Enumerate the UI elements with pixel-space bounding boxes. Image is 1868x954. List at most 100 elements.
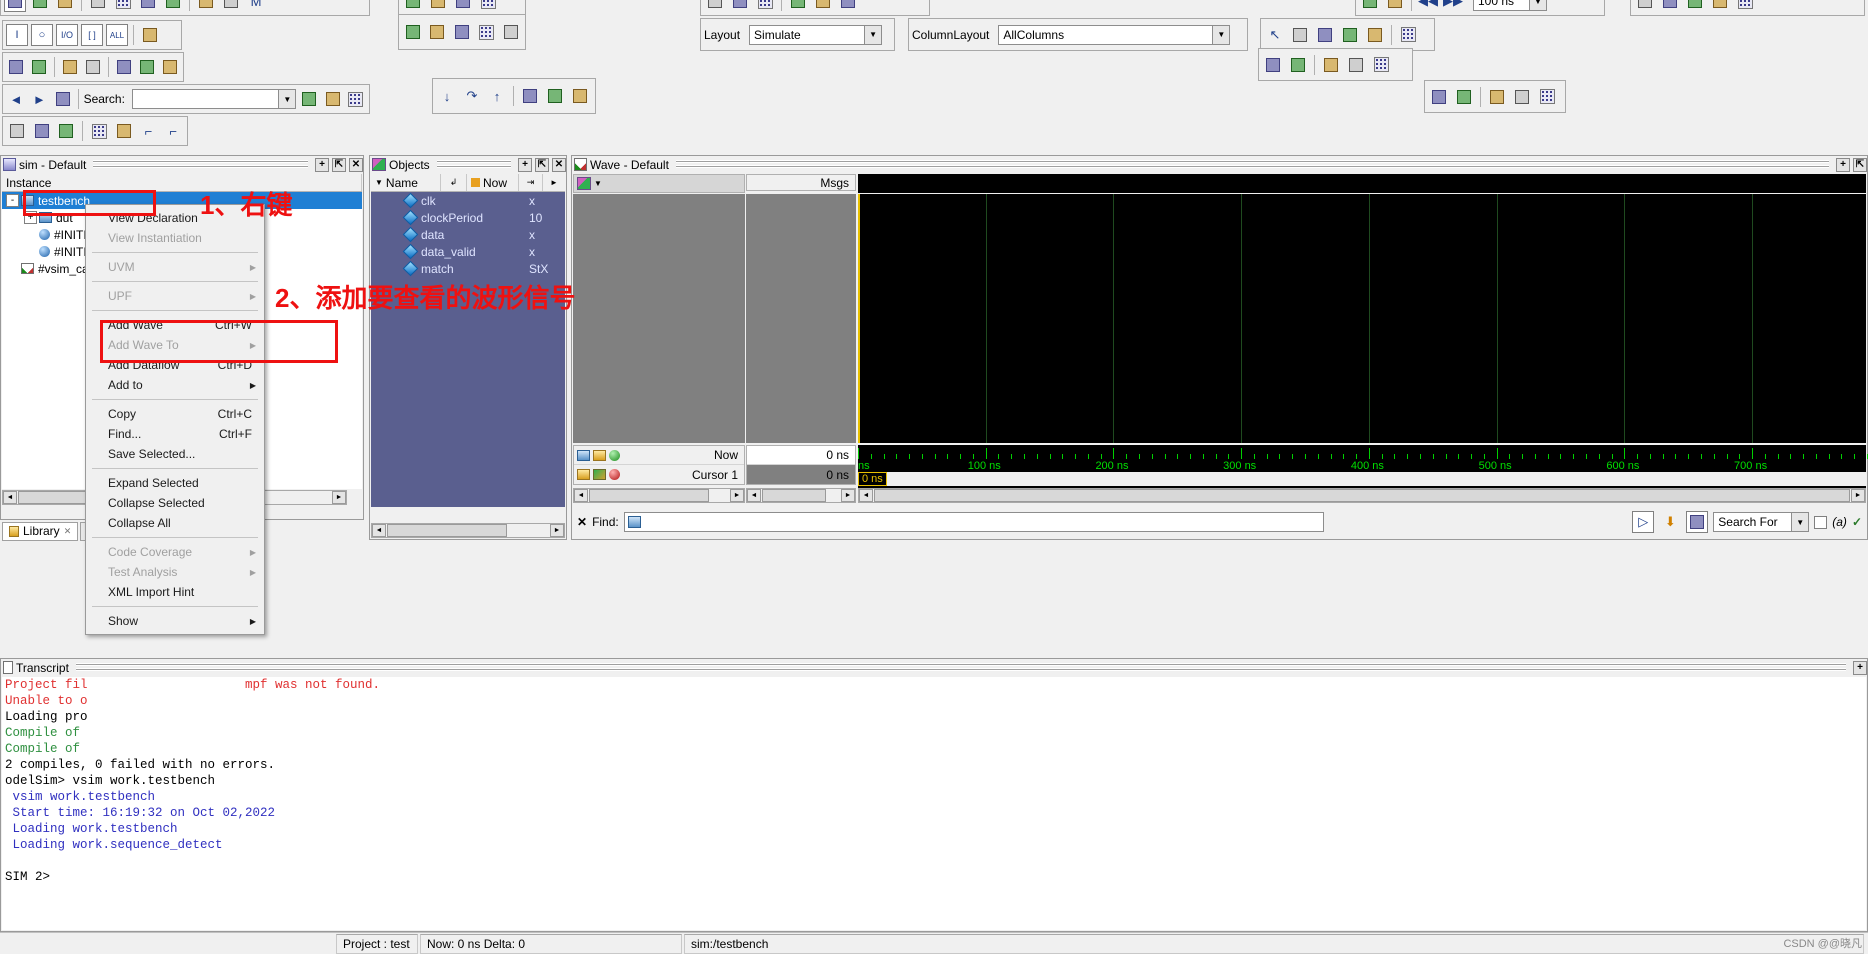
- toolbar-icon-3[interactable]: [54, 0, 76, 12]
- edit-bookmark-icon[interactable]: [114, 56, 134, 78]
- wave-zoom-in-icon[interactable]: [1262, 54, 1284, 76]
- menu-item[interactable]: Show ▶: [86, 611, 264, 631]
- zoom-select-icon[interactable]: [1289, 24, 1311, 46]
- bookmark-1-icon[interactable]: [6, 56, 26, 78]
- menu-item[interactable]: Collapse Selected: [86, 493, 264, 513]
- objects-row[interactable]: clockPeriod 10: [371, 209, 565, 226]
- objects-row[interactable]: match StX: [371, 260, 565, 277]
- filter-input-icon[interactable]: I: [6, 24, 28, 46]
- wave-values-hscroll[interactable]: ◄ ►: [746, 488, 856, 503]
- wave-delete-cursor-icon[interactable]: [1511, 86, 1533, 108]
- find-match-checkbox[interactable]: [1814, 515, 1828, 529]
- wave-cursor-marker[interactable]: 0 ns: [858, 472, 887, 486]
- chevron-down-icon[interactable]: ▼: [278, 90, 296, 108]
- wave-canvas-hscroll-thumb[interactable]: [874, 489, 1850, 502]
- transcript-pane-drag-grip[interactable]: [75, 663, 1846, 672]
- toolbar-icon-10[interactable]: M: [245, 0, 267, 12]
- toolbar-icon-1[interactable]: [4, 0, 26, 12]
- search-go-icon[interactable]: [299, 88, 319, 110]
- break-icon[interactable]: [569, 85, 591, 107]
- bookmark-2-icon[interactable]: [29, 56, 49, 78]
- scroll-right-icon[interactable]: ►: [730, 489, 744, 502]
- scroll-right-icon[interactable]: ►: [332, 491, 346, 504]
- toolbar-icon-4[interactable]: [87, 0, 109, 12]
- tab-library[interactable]: Library ✕: [2, 521, 79, 541]
- toolbar-icon-8[interactable]: [195, 0, 217, 12]
- cursor-add-icon[interactable]: [593, 449, 606, 461]
- objects-pane-close-button[interactable]: ✕: [552, 157, 566, 172]
- filter-all-icon[interactable]: ALL: [106, 24, 128, 46]
- scroll-right-icon[interactable]: ►: [841, 489, 855, 502]
- wave-cursor-line[interactable]: [858, 194, 860, 443]
- restart-icon[interactable]: [519, 85, 541, 107]
- find-down-icon[interactable]: ⬇: [1659, 511, 1681, 533]
- run-all-icon[interactable]: [544, 85, 566, 107]
- scroll-left-icon[interactable]: ◄: [3, 491, 17, 504]
- find-prev-icon[interactable]: ◄: [6, 88, 26, 110]
- toolbar-icon-9[interactable]: [220, 0, 242, 12]
- chevron-down-icon[interactable]: ▼: [1529, 0, 1546, 10]
- column-instance[interactable]: Instance: [2, 174, 362, 191]
- find-match-case-icon[interactable]: (a): [1832, 515, 1847, 529]
- scroll-left-icon[interactable]: ◄: [859, 489, 873, 502]
- wave-names-hscroll[interactable]: ◄ ►: [573, 488, 745, 503]
- toolbar-icon-17[interactable]: [754, 0, 776, 12]
- wave-pane-dock-button[interactable]: +: [1836, 157, 1850, 172]
- compile-icon[interactable]: [402, 21, 424, 43]
- step-out-icon[interactable]: ↑: [486, 85, 508, 107]
- wave-cursor-row[interactable]: Cursor 1: [574, 465, 744, 484]
- format-literal-icon[interactable]: [6, 120, 28, 142]
- step-into-icon[interactable]: ↓: [436, 85, 458, 107]
- wave-names-hscroll-thumb[interactable]: [589, 489, 709, 502]
- toolbar-icon-23[interactable]: [1684, 0, 1706, 12]
- toolbar-icon-11[interactable]: [402, 0, 424, 12]
- chevron-down-icon[interactable]: ▼: [1791, 513, 1809, 531]
- format-group-icon[interactable]: [88, 120, 110, 142]
- tree-expand-toggle[interactable]: -: [6, 194, 19, 207]
- sim-pane-undock-button[interactable]: ⇱: [332, 157, 346, 172]
- coverage-icon[interactable]: [476, 21, 498, 43]
- wave-expand-icon[interactable]: [1397, 24, 1419, 46]
- toolbar-icon-19[interactable]: [812, 0, 834, 12]
- wave-zoom-cursor-icon[interactable]: [1370, 54, 1392, 76]
- find-filter-icon[interactable]: [1686, 511, 1709, 533]
- run-continue-icon[interactable]: [1384, 0, 1406, 12]
- columnlayout-combo[interactable]: AllColumns ▼: [998, 24, 1231, 45]
- step-fwd-icon[interactable]: ▶▶: [1442, 0, 1464, 12]
- filter-io-icon[interactable]: I/O: [56, 24, 78, 46]
- find-options-icon[interactable]: [52, 88, 72, 110]
- column-objects-name[interactable]: ▼ Name: [371, 174, 441, 191]
- cursor-lock-icon[interactable]: [609, 449, 620, 461]
- objects-row[interactable]: clk x: [371, 192, 565, 209]
- search-all-icon[interactable]: [323, 88, 343, 110]
- transcript-output[interactable]: Project fil mpf was not found. Unable to …: [2, 677, 1866, 930]
- chevron-down-icon[interactable]: ▼: [1212, 25, 1230, 44]
- filter-triangle-icon[interactable]: ▼: [375, 178, 383, 187]
- clear-bookmark-icon[interactable]: [137, 56, 157, 78]
- scroll-right-icon[interactable]: ►: [550, 524, 564, 537]
- toolbar-icon-15[interactable]: [704, 0, 726, 12]
- column-objects-icon-2[interactable]: ⇥: [519, 174, 543, 191]
- pen-icon[interactable]: [139, 24, 161, 46]
- format-analog-icon[interactable]: [31, 120, 53, 142]
- toolbar-icon-12[interactable]: [427, 0, 449, 12]
- compile-all-icon[interactable]: [427, 21, 449, 43]
- menu-item[interactable]: Add to ▶: [86, 375, 264, 395]
- objects-row[interactable]: data x: [371, 226, 565, 243]
- toolbar-icon-18[interactable]: [787, 0, 809, 12]
- menu-item[interactable]: Expand Selected: [86, 473, 264, 493]
- find-next-icon[interactable]: ►: [29, 88, 49, 110]
- step-over-icon[interactable]: ↷: [461, 85, 483, 107]
- wave-zoom-out-icon[interactable]: [1287, 54, 1309, 76]
- objects-row[interactable]: data_valid x: [371, 243, 565, 260]
- toolbar-icon-16[interactable]: [729, 0, 751, 12]
- toolbar-icon-24[interactable]: [1709, 0, 1731, 12]
- objects-hscroll-thumb[interactable]: [387, 524, 507, 537]
- wave-insert-cursor-icon[interactable]: [1486, 86, 1508, 108]
- cursor-delete-icon[interactable]: [609, 469, 620, 480]
- chevron-down-icon[interactable]: ▼: [864, 25, 882, 44]
- run-icon[interactable]: [1359, 0, 1381, 12]
- search-opts-icon[interactable]: [346, 88, 366, 110]
- toolbar-icon-13[interactable]: [452, 0, 474, 12]
- sim-pane-dock-button[interactable]: +: [315, 157, 329, 172]
